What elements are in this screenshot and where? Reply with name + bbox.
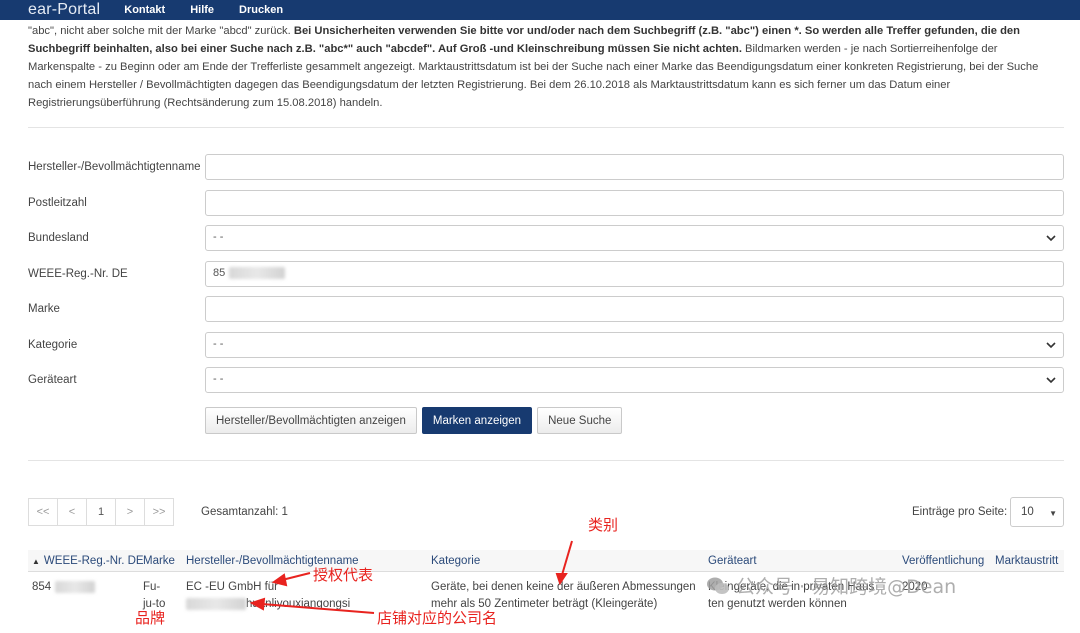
annotation-shop-company: 店铺对应的公司名	[377, 609, 498, 627]
annotation-arrows	[249, 540, 573, 614]
annotation-brand: 品牌	[135, 609, 166, 627]
wechat-icon	[707, 577, 729, 594]
annotation-category: 类别	[588, 516, 619, 534]
watermark-text: 公众号 · 易知跨境@Dean	[736, 576, 957, 598]
watermark: 公众号 · 易知跨境@Dean	[706, 572, 956, 599]
annotation-authorized-rep: 授权代表	[313, 566, 374, 584]
